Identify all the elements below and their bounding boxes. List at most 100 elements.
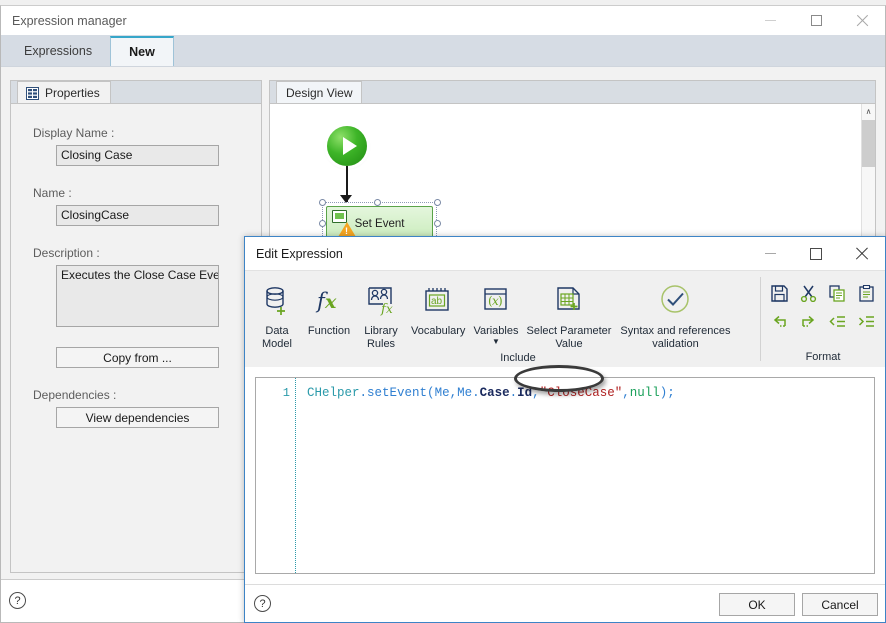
chevron-down-icon[interactable]: ▼ (492, 338, 500, 346)
dialog-title: Edit Expression (256, 246, 343, 261)
main-tabstrip: Expressions New (1, 35, 885, 67)
syntax-validation-label: Syntax and references validation (620, 325, 731, 350)
vocabulary-icon: ab (421, 279, 455, 323)
function-fx-icon: f x (312, 279, 346, 323)
dependencies-label: Dependencies : (33, 388, 117, 402)
name-label: Name : (33, 186, 72, 200)
properties-panel: Properties Display Name : Closing Case N… (10, 80, 262, 573)
resize-handle[interactable] (434, 220, 441, 227)
maximize-icon (810, 15, 822, 26)
copy-button[interactable] (823, 281, 852, 306)
description-input[interactable]: Executes the Close Case Event (56, 265, 219, 327)
set-event-node-label: Set Event (354, 218, 405, 230)
minimize-icon (764, 253, 776, 254)
tab-new[interactable]: New (110, 36, 174, 66)
dialog-footer: ? OK Cancel (245, 584, 885, 622)
svg-text:x: x (324, 291, 337, 313)
window-title: Expression manager (12, 13, 127, 28)
name-input[interactable]: ClosingCase (56, 205, 219, 226)
library-rules-icon: f x (364, 279, 398, 323)
cut-button[interactable] (794, 281, 823, 306)
function-button[interactable]: f x Function (303, 279, 355, 338)
select-parameter-value-button[interactable]: Select Parameter Value (522, 279, 615, 351)
edit-expression-dialog: Edit Expression Data Model f x Function … (244, 236, 886, 623)
dialog-window-controls (747, 237, 885, 270)
vocabulary-button[interactable]: ab Vocabulary (407, 279, 469, 338)
syntax-validation-button[interactable]: Syntax and references validation (615, 279, 735, 351)
library-rules-button[interactable]: f x Library Rules (355, 279, 407, 351)
display-name-input[interactable]: Closing Case (56, 145, 219, 166)
library-rules-label: Library Rules (364, 325, 398, 350)
variables-icon: ( x ) (479, 279, 513, 323)
undo-button[interactable] (765, 309, 794, 334)
tab-expressions[interactable]: Expressions (6, 36, 110, 66)
data-model-label: Data Model (262, 325, 292, 350)
resize-handle[interactable] (374, 199, 381, 206)
select-parameter-value-label: Select Parameter Value (526, 325, 612, 350)
maximize-icon (810, 247, 822, 260)
design-tab-header: Design View (270, 81, 875, 104)
ribbon-format-group: Format (761, 271, 885, 367)
start-node-icon[interactable] (327, 126, 367, 166)
paste-button[interactable] (852, 281, 881, 306)
svg-text:ab: ab (431, 296, 443, 307)
dialog-help-icon[interactable]: ? (254, 595, 271, 612)
scrollbar-thumb[interactable] (862, 120, 875, 167)
ok-button[interactable]: OK (719, 593, 795, 616)
display-name-label: Display Name : (33, 126, 115, 140)
minimize-icon (764, 20, 776, 21)
cancel-button[interactable]: Cancel (802, 593, 878, 616)
scroll-up-icon[interactable]: ∧ (862, 104, 875, 119)
expression-editor[interactable]: 1 CHelper.setEvent(Me,Me.Case.Id,"CloseC… (255, 377, 875, 574)
vocabulary-label: Vocabulary (411, 325, 466, 337)
tab-properties[interactable]: Properties (17, 81, 111, 104)
description-label: Description : (33, 246, 100, 260)
dialog-maximize-button[interactable] (793, 237, 839, 270)
redo-button[interactable] (794, 309, 823, 334)
indent-button[interactable] (852, 309, 881, 334)
help-icon[interactable]: ? (9, 592, 26, 609)
redo-icon (802, 315, 815, 327)
resize-handle[interactable] (319, 220, 326, 227)
save-button[interactable] (765, 281, 794, 306)
undo-icon (773, 315, 786, 327)
resize-handle[interactable] (319, 199, 326, 206)
outdent-icon (829, 316, 845, 327)
close-button[interactable] (839, 6, 885, 35)
dialog-close-button[interactable] (839, 237, 885, 270)
view-dependencies-button[interactable]: View dependencies (56, 407, 219, 428)
code-text[interactable]: CHelper.setEvent(Me,Me.Case.Id,"CloseCas… (307, 386, 675, 400)
properties-tab-label: Properties (45, 86, 100, 100)
minimize-button[interactable] (747, 6, 793, 35)
dialog-ribbon: Data Model f x Function f x Library Rule… (245, 270, 885, 367)
svg-text:x: x (386, 302, 393, 316)
close-icon (856, 14, 869, 27)
copy-from-button[interactable]: Copy from ... (56, 347, 219, 368)
resize-handle[interactable] (434, 199, 441, 206)
dialog-minimize-button[interactable] (747, 237, 793, 270)
code-line-1: 1 CHelper.setEvent(Me,Me.Case.Id,"CloseC… (256, 384, 874, 402)
variables-button[interactable]: ( x ) Variables ▼ (469, 279, 522, 346)
outdent-button[interactable] (823, 309, 852, 334)
close-icon (855, 247, 869, 261)
properties-tab-header: Properties (11, 81, 261, 104)
maximize-button[interactable] (793, 6, 839, 35)
main-titlebar: Expression manager (1, 6, 885, 35)
tab-design-view[interactable]: Design View (276, 81, 363, 104)
gutter-divider (295, 378, 296, 573)
indent-icon (858, 316, 874, 327)
svg-text:): ) (498, 294, 503, 308)
function-label: Function (307, 325, 351, 337)
include-group-label: Include (500, 352, 536, 364)
data-model-button[interactable]: Data Model (251, 279, 303, 351)
properties-icon (26, 86, 39, 100)
save-icon (771, 285, 788, 302)
dialog-titlebar: Edit Expression (245, 237, 885, 270)
paste-icon (859, 285, 874, 302)
window-controls (747, 6, 885, 35)
ribbon-insert-group: Data Model f x Function f x Library Rule… (245, 271, 760, 367)
warning-icon (338, 222, 356, 237)
cut-icon (800, 285, 817, 302)
copy-icon (829, 285, 845, 302)
format-icon-grid (761, 281, 885, 334)
